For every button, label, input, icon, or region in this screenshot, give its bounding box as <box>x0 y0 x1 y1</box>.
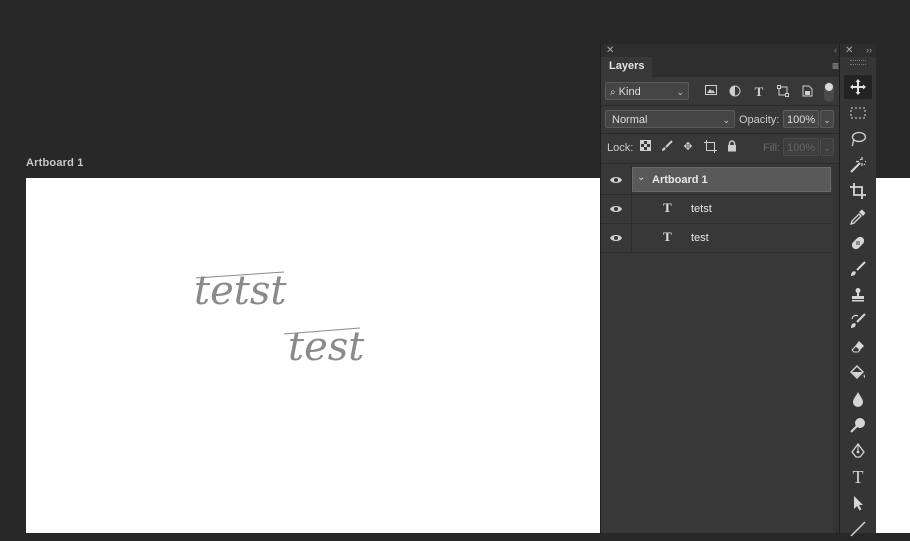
adjustment-layer-filter-icon[interactable] <box>728 85 742 99</box>
toolbar-title-bar[interactable]: ✕ ›› <box>840 44 876 57</box>
lock-label: Lock: <box>607 142 634 154</box>
magic-wand-tool-icon[interactable] <box>844 153 872 177</box>
collapse-icon[interactable]: ‹ <box>834 44 837 57</box>
close-icon[interactable]: ✕ <box>606 44 614 57</box>
layer-row-text[interactable]: T tetst <box>601 195 839 224</box>
divider <box>601 133 839 134</box>
type-layer-icon: T <box>663 229 672 244</box>
blur-tool-icon[interactable] <box>844 387 872 411</box>
lock-row: Lock: ✥ Fill: 100% ⌄ <box>601 136 839 160</box>
layer-row-artboard[interactable]: ⌄ Artboard 1 <box>601 166 839 195</box>
panel-menu-icon[interactable]: ≡ <box>832 59 839 73</box>
lasso-tool-icon[interactable] <box>844 127 872 151</box>
blend-row: Normal ⌄ Opacity: 100% ⌄ <box>601 108 839 132</box>
eraser-tool-icon[interactable] <box>844 335 872 359</box>
divider <box>601 105 839 106</box>
history-brush-tool-icon[interactable] <box>844 309 872 333</box>
crop-tool-icon[interactable] <box>844 179 872 203</box>
eye-icon <box>610 235 622 241</box>
tab-layers[interactable]: Layers <box>601 57 653 77</box>
type-layer-filter-icon[interactable]: T <box>752 85 766 99</box>
type-tool-icon[interactable]: T <box>844 465 872 489</box>
opacity-label: Opacity: <box>739 114 780 126</box>
filter-kind-select[interactable]: ⌕ Kind ⌄ <box>605 82 689 100</box>
blend-mode-value: Normal <box>612 114 648 126</box>
panel-tab-row: Layers ≡ <box>601 57 839 77</box>
lock-image-pixels-icon[interactable] <box>660 140 674 154</box>
visibility-toggle[interactable] <box>601 224 632 252</box>
layer-row-text[interactable]: T test <box>601 224 839 253</box>
fill-dropdown-icon[interactable]: ⌄ <box>820 138 834 156</box>
lock-transparent-pixels-icon[interactable] <box>638 140 652 154</box>
path-selection-tool-icon[interactable] <box>844 491 872 515</box>
layer-name[interactable]: tetst <box>691 203 712 215</box>
toggle-knob <box>825 83 833 91</box>
layers-panel: ✕ ‹ Layers ≡ ⌕ Kind ⌄ T Normal ⌄ Opacity… <box>600 44 839 533</box>
clone-stamp-tool-icon[interactable] <box>844 283 872 307</box>
panel-title-bar[interactable]: ✕ ‹ <box>601 44 839 57</box>
brush-tool-icon[interactable] <box>844 257 872 281</box>
dodge-tool-icon[interactable] <box>844 413 872 437</box>
smart-object-filter-icon[interactable] <box>800 85 814 99</box>
fill-label: Fill: <box>763 142 781 154</box>
eye-icon <box>610 177 622 183</box>
chevron-down-icon[interactable]: ⌄ <box>637 172 645 183</box>
line-tool-icon[interactable] <box>844 517 872 541</box>
layer-name[interactable]: Artboard 1 <box>652 174 708 186</box>
paint-bucket-tool-icon[interactable] <box>844 361 872 385</box>
lock-artboard-nesting-icon[interactable] <box>703 140 717 154</box>
shape-layer-filter-icon[interactable] <box>776 85 790 99</box>
healing-brush-tool-icon[interactable] <box>844 231 872 255</box>
blend-mode-select[interactable]: Normal ⌄ <box>605 110 735 128</box>
pixel-layer-filter-icon[interactable] <box>704 85 718 99</box>
opacity-dropdown-icon[interactable]: ⌄ <box>820 110 834 128</box>
type-layer-icon: T <box>663 200 672 215</box>
fill-input[interactable]: 100% <box>783 138 819 156</box>
filter-toggle-switch[interactable] <box>824 82 834 102</box>
layer-filter-row: ⌕ Kind ⌄ T <box>601 80 839 104</box>
rectangular-marquee-tool-icon[interactable] <box>844 101 872 125</box>
tools-panel: ✕ ›› T <box>839 44 876 537</box>
pen-tool-icon[interactable] <box>844 439 872 463</box>
close-icon[interactable]: ✕ <box>845 44 853 57</box>
lock-position-icon[interactable]: ✥ <box>681 140 695 154</box>
divider <box>601 163 839 164</box>
drag-grip[interactable] <box>850 60 866 65</box>
filter-kind-label: Kind <box>618 86 641 98</box>
chevron-down-icon: ⌄ <box>722 115 730 125</box>
move-tool-icon[interactable] <box>844 75 872 99</box>
eye-icon <box>610 206 622 212</box>
eyedropper-tool-icon[interactable] <box>844 205 872 229</box>
artboard-label[interactable]: Artboard 1 <box>26 157 84 169</box>
chevron-down-icon: ⌄ <box>676 87 684 97</box>
layer-name[interactable]: test <box>691 232 709 244</box>
visibility-toggle[interactable] <box>601 166 632 194</box>
layer-list: ⌄ Artboard 1 T tetst T test <box>601 166 839 253</box>
expand-icon[interactable]: ›› <box>866 44 872 57</box>
opacity-input[interactable]: 100% <box>783 110 819 128</box>
search-icon: ⌕ <box>610 87 616 98</box>
lock-all-icon[interactable] <box>725 140 739 154</box>
artboard-content: tetst test <box>194 268 365 370</box>
visibility-toggle[interactable] <box>601 195 632 223</box>
